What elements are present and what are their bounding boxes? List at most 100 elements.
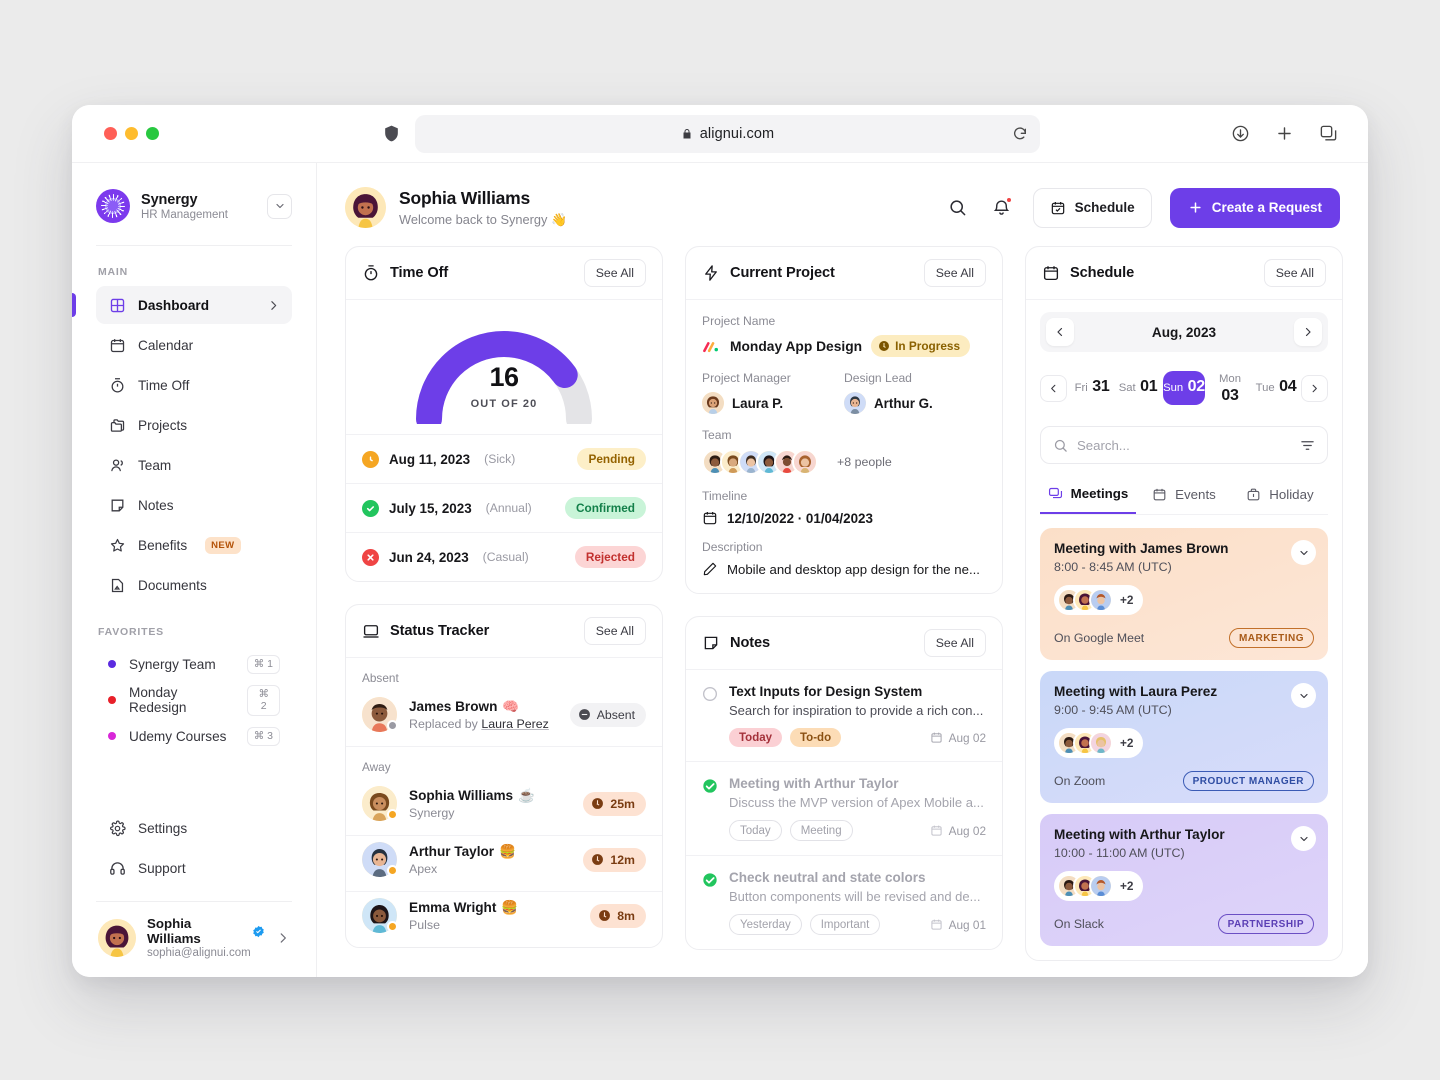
new-tab-icon[interactable] (1275, 124, 1294, 143)
replacement-link[interactable]: Laura Perez (481, 717, 549, 731)
sidebar-item-monday-redesign[interactable]: Monday Redesign ⌘ 2 (96, 682, 292, 718)
pending-icon (362, 450, 379, 468)
page-title: Sophia Williams (399, 187, 531, 208)
user-profile[interactable]: Sophia Williams sophia@alignui.com (96, 902, 292, 959)
list-item[interactable]: Text Inputs for Design System Search for… (686, 670, 1002, 762)
table-row[interactable]: July 15, 2023 (Annual) Confirmed (346, 483, 662, 532)
list-item[interactable]: Meeting with Arthur Taylor Discuss the M… (686, 762, 1002, 856)
sidebar-item-team[interactable]: Team (96, 446, 292, 484)
sidebar-item-documents[interactable]: Documents (96, 566, 292, 604)
sidebar-item-projects[interactable]: Projects (96, 406, 292, 444)
sidebar-item-label: Dashboard (138, 297, 210, 313)
checkbox-empty-icon[interactable] (702, 686, 718, 747)
tab-label: Events (1175, 487, 1216, 502)
meeting-attendees[interactable]: +2 (1054, 728, 1144, 758)
minimize-window-button[interactable] (125, 127, 138, 140)
tab-holiday[interactable]: Holiday (1232, 476, 1328, 514)
expand-meeting-button[interactable] (1291, 540, 1316, 565)
meeting-attendees[interactable]: +2 (1054, 585, 1144, 615)
day-cell-tue[interactable]: Tue 04 (1255, 371, 1297, 405)
see-all-button[interactable]: See All (583, 617, 646, 645)
avatar-stack[interactable] (702, 449, 818, 475)
maximize-window-button[interactable] (146, 127, 159, 140)
chevron-down-icon[interactable] (267, 193, 292, 219)
sidebar-item-settings[interactable]: Settings (96, 809, 292, 847)
sidebar-item-synergy-team[interactable]: Synergy Team ⌘ 1 (96, 646, 292, 682)
shield-icon[interactable] (382, 124, 401, 143)
list-item[interactable]: Check neutral and state colors Button co… (686, 856, 1002, 949)
profile-email: sophia@alignui.com (147, 947, 251, 959)
download-icon[interactable] (1231, 124, 1250, 143)
table-row[interactable]: Aug 11, 2023 (Sick) Pending (346, 434, 662, 483)
checkbox-checked-icon[interactable] (702, 872, 718, 935)
meeting-card[interactable]: Meeting with Laura Perez 9:00 - 9:45 AM … (1040, 671, 1328, 803)
close-window-button[interactable] (104, 127, 117, 140)
day-strip: Fri 31 Sat 01 Sun 02 Mon 03 Tue 04 (1040, 362, 1328, 414)
day-cell-sun-selected[interactable]: Sun 02 (1163, 371, 1205, 405)
workspace-name: Synergy (141, 191, 198, 208)
avatar-wrap (362, 697, 398, 732)
sidebar-item-label: Notes (138, 497, 174, 513)
person-name: Emma Wright 🍔 (409, 900, 518, 916)
sidebar-item-notes[interactable]: Notes (96, 486, 292, 524)
project-manager-name: Laura P. (732, 395, 784, 411)
note-icon (702, 634, 720, 652)
day-cell-mon[interactable]: Mon 03 (1209, 362, 1251, 414)
sidebar-item-time-off[interactable]: Time Off (96, 366, 292, 404)
address-bar[interactable]: alignui.com (415, 114, 1040, 153)
tab-events[interactable]: Events (1136, 476, 1232, 514)
day-cell-sat[interactable]: Sat 01 (1117, 371, 1159, 405)
see-all-button[interactable]: See All (1263, 259, 1326, 287)
day-cell-fri[interactable]: Fri 31 (1071, 371, 1113, 405)
meeting-card[interactable]: Meeting with Arthur Taylor 10:00 - 11:00… (1040, 814, 1328, 946)
sidebar-item-udemy-courses[interactable]: Udemy Courses ⌘ 3 (96, 718, 292, 754)
workspace-switcher[interactable]: Synergy HR Management (96, 163, 292, 245)
sidebar-item-calendar[interactable]: Calendar (96, 326, 292, 364)
meeting-time: 8:00 - 8:45 AM (UTC) (1054, 560, 1172, 574)
list-item[interactable]: Arthur Taylor 🍔 Apex 12m (346, 836, 662, 892)
tab-meetings[interactable]: Meetings (1040, 476, 1136, 514)
list-item[interactable]: James Brown 🧠 Replaced by Laura Perez Ab… (346, 691, 662, 747)
person-name: James Brown 🧠 (409, 699, 549, 715)
person-subtitle: Replaced by Laura Perez (409, 717, 549, 731)
create-request-button[interactable]: Create a Request (1169, 187, 1340, 228)
table-row[interactable]: Jun 24, 2023 (Casual) Rejected (346, 532, 662, 581)
see-all-button[interactable]: See All (923, 629, 986, 657)
expand-meeting-button[interactable] (1291, 683, 1316, 708)
away-duration-text: 25m (610, 796, 635, 811)
next-month-button[interactable] (1294, 318, 1322, 346)
schedule-button[interactable]: Schedule (1032, 187, 1152, 228)
see-all-button[interactable]: See All (923, 259, 986, 287)
prev-days-button[interactable] (1040, 374, 1067, 402)
shortcut-badge: ⌘ 1 (246, 654, 280, 674)
month-selector: Aug, 2023 (1040, 312, 1328, 352)
sidebar-item-dashboard[interactable]: Dashboard (72, 286, 292, 324)
checkbox-checked-icon[interactable] (702, 778, 718, 841)
card-header: Current Project See All (686, 247, 1002, 300)
list-item[interactable]: Sophia Williams ☕ Synergy 25m (346, 780, 662, 836)
profile-name: Sophia Williams (147, 916, 265, 946)
note-tag: Today (729, 728, 783, 747)
reload-icon[interactable] (1012, 126, 1028, 142)
next-days-button[interactable] (1301, 374, 1328, 402)
time-off-date: July 15, 2023 (389, 500, 472, 516)
chevron-right-icon[interactable] (276, 931, 290, 945)
status-badge: NEW (205, 536, 241, 554)
meeting-attendees[interactable]: +2 (1054, 871, 1144, 901)
sidebar-item-support[interactable]: Support (96, 849, 292, 887)
search-icon[interactable] (945, 195, 971, 221)
tabs-icon[interactable] (1319, 124, 1338, 143)
search-input[interactable] (1077, 437, 1291, 453)
list-item[interactable]: Emma Wright 🍔 Pulse 8m (346, 892, 662, 947)
sidebar-item-benefits[interactable]: Benefits NEW (96, 526, 292, 564)
schedule-search[interactable] (1040, 426, 1328, 464)
sidebar-item-label: Calendar (138, 337, 194, 353)
expand-meeting-button[interactable] (1291, 826, 1316, 851)
sidebar-footer: Settings Support Sophia Williams sophia@… (96, 809, 292, 977)
see-all-button[interactable]: See All (583, 259, 646, 287)
notifications-icon[interactable] (989, 195, 1015, 221)
meeting-card[interactable]: Meeting with James Brown 8:00 - 8:45 AM … (1040, 528, 1328, 660)
prev-month-button[interactable] (1046, 318, 1074, 346)
meeting-title: Meeting with Laura Perez (1054, 684, 1218, 699)
filter-icon[interactable] (1300, 438, 1315, 453)
